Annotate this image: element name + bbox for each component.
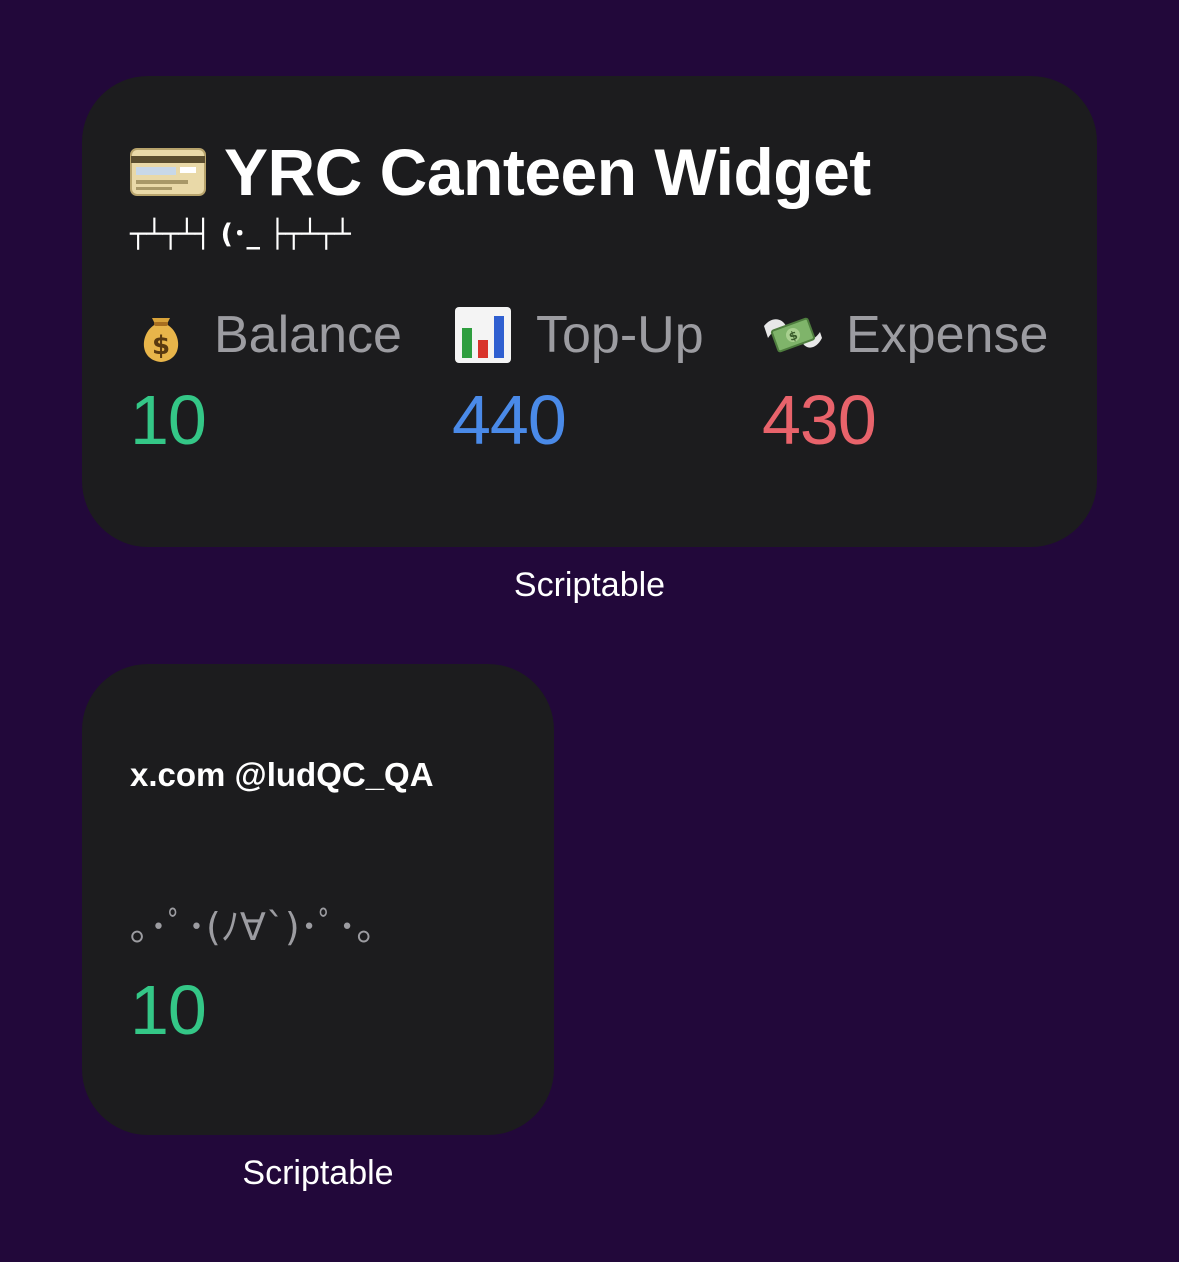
- kaomoji-text: ┬┴┬┴┤ (･_ ├┬┴┬┴: [130, 219, 351, 250]
- stat-topup: Top-Up 440: [452, 300, 704, 460]
- topup-value: 440: [452, 381, 567, 459]
- bar-chart-icon: [455, 307, 511, 363]
- balance-value: 10: [130, 971, 207, 1049]
- balance-label: Balance: [214, 306, 402, 364]
- topup-label: Top-Up: [536, 306, 704, 364]
- stat-expense: $ Expense 430: [762, 300, 1048, 460]
- credit-card-icon: [130, 148, 206, 196]
- expense-value: 430: [762, 381, 877, 459]
- balance-value: 10: [130, 381, 207, 459]
- widget-caption: Scriptable: [242, 1154, 394, 1192]
- widget-caption: Scriptable: [513, 566, 666, 604]
- money-with-wings-icon: $: [764, 317, 822, 353]
- stat-balance: $ Balance 10: [130, 300, 402, 460]
- expense-label: Expense: [846, 306, 1049, 364]
- money-bag-icon: $: [143, 318, 179, 362]
- svg-text:$: $: [152, 331, 170, 361]
- canteen-widget-small[interactable]: x.com @ludQC_QA ｡･ﾟ･(ﾉ∀`)･ﾟ･｡ 10: [82, 664, 554, 1135]
- canteen-widget-medium[interactable]: YRC Canteen Widget ┬┴┬┴┤ (･_ ├┬┴┬┴ $ Bal…: [82, 76, 1097, 547]
- widget-title: YRC Canteen Widget: [224, 135, 871, 209]
- widget-title-row: YRC Canteen Widget: [130, 134, 871, 210]
- social-handle: x.com @ludQC_QA: [130, 756, 434, 793]
- kaomoji-text: ｡･ﾟ･(ﾉ∀`)･ﾟ･｡: [130, 905, 376, 949]
